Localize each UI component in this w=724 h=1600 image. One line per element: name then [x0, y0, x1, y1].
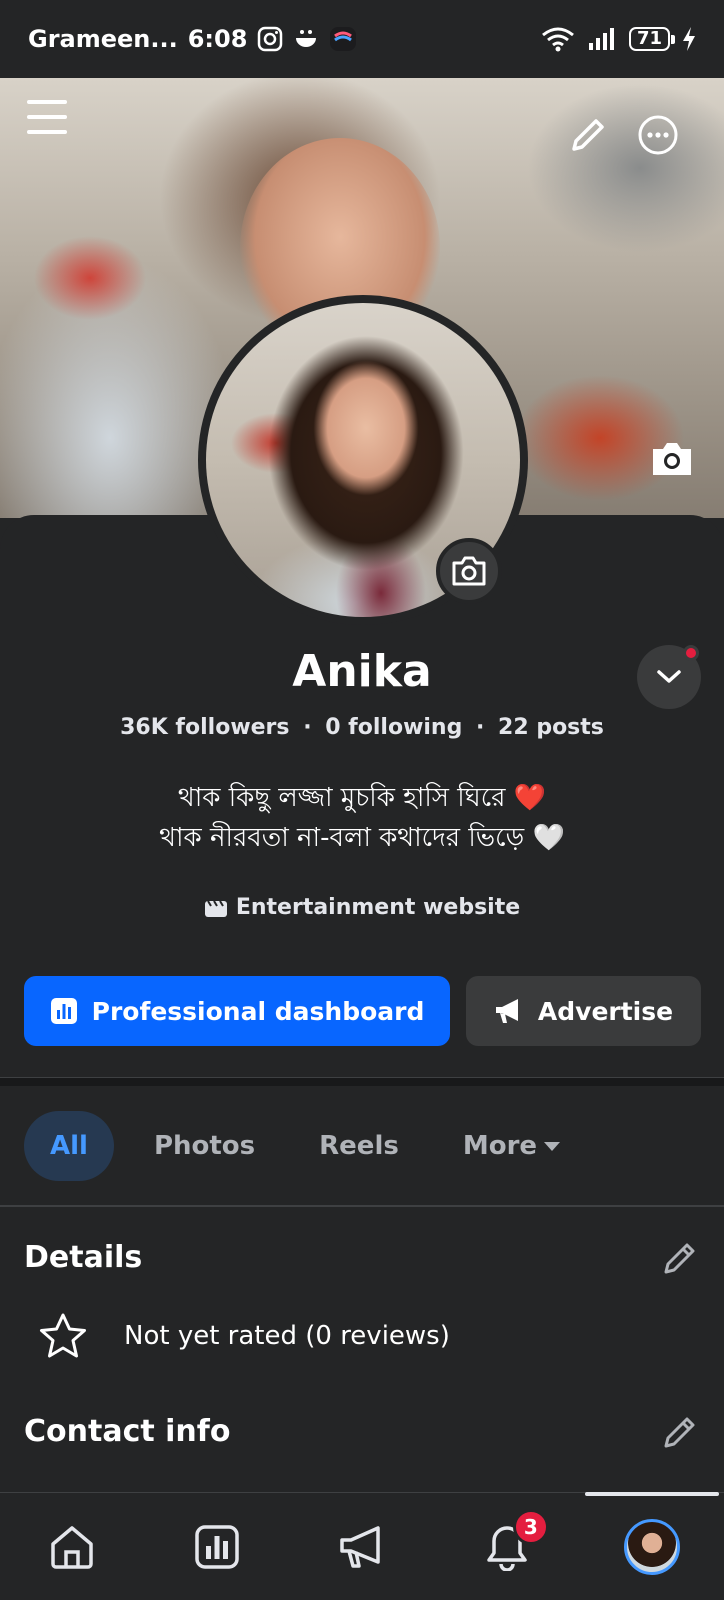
category-label: Entertainment website — [235, 895, 521, 920]
edit-contact-icon[interactable] — [662, 1414, 698, 1454]
tab-photos[interactable]: Photos — [128, 1111, 281, 1181]
clock: 6:08 — [187, 25, 248, 53]
instagram-icon — [258, 26, 283, 52]
battery-indicator: 71 — [628, 27, 676, 51]
carrier-name: Grameen... — [28, 25, 178, 53]
edit-profile-icon[interactable] — [566, 113, 610, 157]
active-tab-indicator — [585, 1492, 719, 1496]
tab-all[interactable]: All — [24, 1111, 114, 1181]
more-options-icon[interactable] — [636, 113, 680, 157]
messenger-app-icon — [330, 27, 357, 51]
nav-profile[interactable] — [616, 1511, 688, 1583]
tabs-divider — [0, 1205, 724, 1207]
professional-dashboard-label: Professional dashboard — [91, 996, 425, 1026]
profile-bio: থাক কিছু লজ্জা মুচকি হাসি ঘিরে ❤️ থাক নী… — [0, 778, 724, 858]
profile-camera-button[interactable] — [436, 538, 502, 604]
megaphone-icon — [495, 999, 518, 1023]
megaphone-icon — [340, 1525, 380, 1568]
bottom-navigation: 3 — [0, 1492, 724, 1600]
edit-details-icon[interactable] — [662, 1240, 698, 1280]
contact-info-heading: Contact info — [24, 1414, 231, 1449]
app-notification-icon — [296, 30, 317, 47]
profile-name: Anika — [292, 646, 432, 697]
wifi-icon — [542, 27, 574, 52]
camera-icon — [452, 556, 486, 586]
posts-count: 22 posts — [498, 715, 604, 740]
nav-ads[interactable] — [326, 1511, 398, 1583]
rating-text: Not yet rated (0 reviews) — [124, 1321, 450, 1351]
home-icon — [51, 1525, 94, 1569]
dashboard-icon — [195, 1524, 239, 1569]
bio-line: থাক কিছু লজ্জা মুচকি হাসি ঘিরে ❤️ — [177, 783, 547, 813]
tab-label: All — [50, 1131, 88, 1161]
tab-label: More — [462, 1131, 538, 1161]
tab-label: Photos — [153, 1131, 256, 1161]
followers-count[interactable]: 36K followers — [120, 715, 289, 740]
avatar — [623, 1518, 680, 1575]
profile-tabs: All Photos Reels More — [0, 1108, 724, 1184]
nav-notifications[interactable]: 3 — [471, 1508, 549, 1583]
profile-category: Entertainment website — [0, 895, 724, 920]
profile-stats: 36K followers · 0 following · 22 posts — [0, 715, 724, 740]
clapperboard-icon — [204, 899, 227, 917]
nav-home[interactable] — [36, 1511, 108, 1583]
cover-camera-icon[interactable] — [648, 438, 696, 480]
signal-icon — [588, 28, 614, 50]
star-icon — [40, 1313, 86, 1358]
stats-separator: · — [476, 715, 485, 740]
professional-dashboard-button[interactable]: Professional dashboard — [24, 976, 450, 1046]
details-heading: Details — [24, 1240, 143, 1275]
advertise-button[interactable]: Advertise — [466, 976, 701, 1046]
status-bar: Grameen... 6:08 71 — [0, 0, 724, 78]
following-count[interactable]: 0 following — [325, 715, 462, 740]
section-divider — [0, 1077, 724, 1086]
caret-down-icon — [544, 1142, 561, 1151]
tab-label: Reels — [319, 1131, 399, 1161]
stats-separator: · — [303, 715, 312, 740]
charging-icon — [683, 27, 695, 51]
bio-line: থাক নীরবতা না-বলা কথাদের ভিড়ে 🤍 — [159, 823, 565, 853]
tab-more[interactable]: More — [437, 1111, 587, 1181]
nav-dashboard[interactable] — [181, 1511, 253, 1583]
dashboard-icon — [50, 998, 77, 1024]
rating-row: Not yet rated (0 reviews) — [38, 1312, 450, 1360]
tab-reels[interactable]: Reels — [293, 1111, 425, 1181]
menu-icon[interactable] — [26, 96, 68, 138]
notification-badge: 3 — [512, 1508, 549, 1545]
advertise-label: Advertise — [537, 996, 674, 1026]
